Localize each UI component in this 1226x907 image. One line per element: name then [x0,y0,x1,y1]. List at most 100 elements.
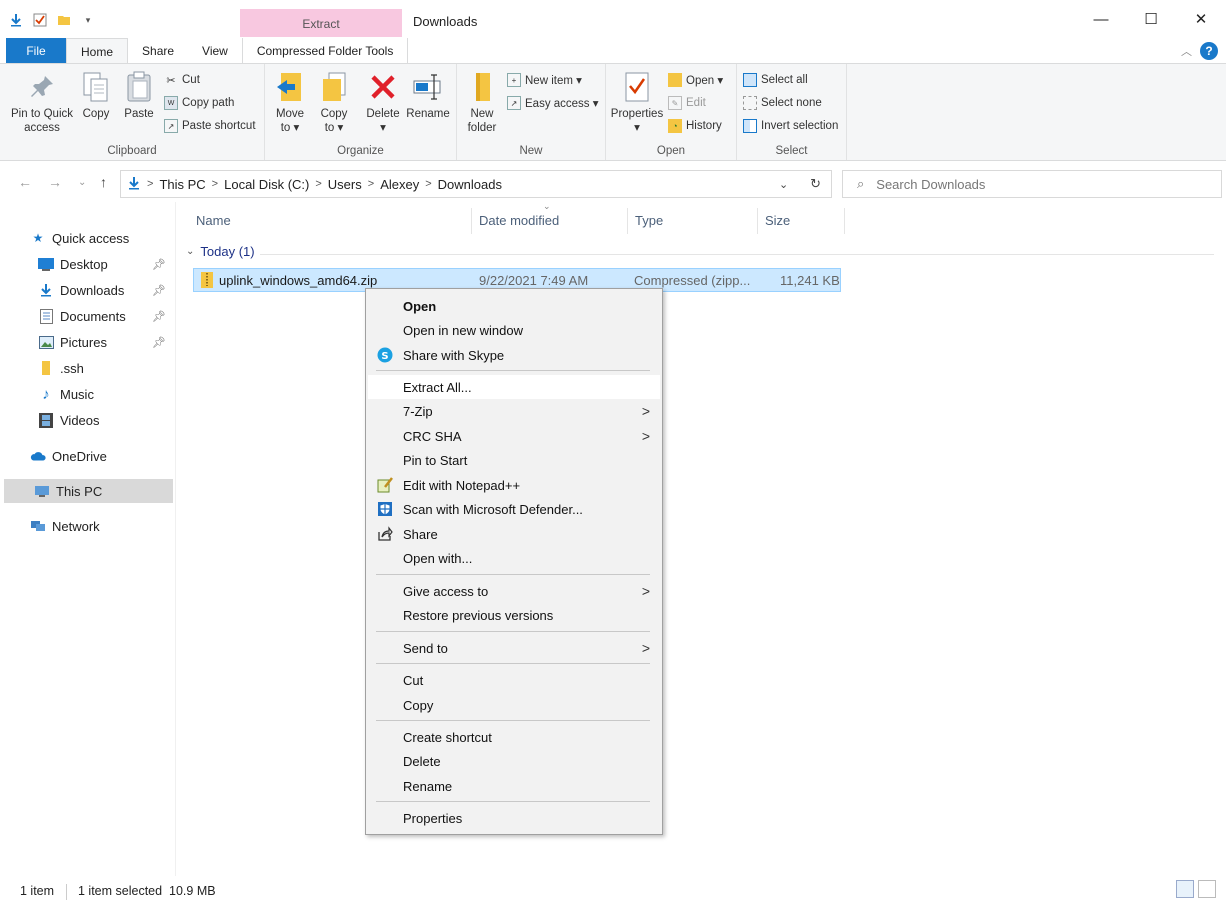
invert-selection-button[interactable]: Invert selection [743,116,838,136]
menu-item-delete[interactable]: Delete [368,749,660,773]
menu-item-open[interactable]: Open [368,294,660,318]
nav-ssh[interactable]: .ssh [38,356,172,380]
chevron-down-icon[interactable]: ⌄ [186,246,194,257]
copy-to-button[interactable]: Copy to ▾ [315,70,353,135]
search-box[interactable]: ⌕ Search Downloads [842,170,1222,198]
new-folder-button[interactable]: New folder [463,70,501,135]
chevron-right-icon[interactable]: > [212,178,218,190]
move-to-button[interactable]: Move to ▾ [271,70,309,135]
tab-home[interactable]: Home [66,38,129,64]
menu-item-7zip[interactable]: 7-Zip > [368,399,660,423]
menu-item-share[interactable]: Share [368,522,660,546]
tab-compressed-folder-tools[interactable]: Compressed Folder Tools [241,38,409,64]
paste-shortcut-button[interactable]: ↗ Paste shortcut [164,116,256,136]
nav-documents[interactable]: Documents 📌︎ [38,304,172,328]
menu-item-copy[interactable]: Copy [368,693,660,717]
menu-item-open-new-window[interactable]: Open in new window [368,318,660,342]
minimize-button[interactable]: — [1076,0,1126,38]
maximize-button[interactable]: ☐ [1126,0,1176,38]
nav-network[interactable]: Network [30,514,170,538]
breadcrumb-downloads[interactable]: Downloads [438,177,502,192]
menu-item-restore-versions[interactable]: Restore previous versions [368,603,660,627]
copy-path-button[interactable]: W Copy path [164,93,234,113]
cut-button[interactable]: ✂ Cut [164,70,200,90]
nav-music[interactable]: ♪ Music [38,382,172,406]
tab-file[interactable]: File [6,38,66,64]
nav-onedrive[interactable]: OneDrive [30,444,170,468]
menu-item-share-with-skype[interactable]: S Share with Skype [368,343,660,367]
forward-arrow-icon[interactable]: → [48,174,62,190]
column-divider[interactable] [757,208,758,234]
history-button[interactable]: ◔ History [668,116,722,136]
rename-button[interactable]: Rename [405,70,451,121]
nav-quick-access[interactable]: ★ Quick access [30,226,170,250]
large-icons-view-icon[interactable] [1198,880,1216,898]
menu-item-rename[interactable]: Rename [368,774,660,798]
column-header-size[interactable]: Size [765,208,790,234]
properties-check-icon[interactable] [32,12,48,28]
chevron-right-icon[interactable]: > [425,178,431,190]
column-divider[interactable] [471,208,472,234]
new-group-label: New [519,145,543,157]
refresh-icon[interactable]: ↻ [810,176,821,192]
back-arrow-icon[interactable]: ← [18,174,32,190]
menu-item-pin-to-start[interactable]: Pin to Start [368,448,660,472]
edit-button[interactable]: ✎ Edit [668,93,706,113]
pin-icon[interactable]: 📌︎ [152,258,166,271]
nav-desktop[interactable]: Desktop 📌︎ [38,252,172,276]
nav-downloads[interactable]: Downloads 📌︎ [38,278,172,302]
search-input[interactable]: Search Downloads [876,177,985,192]
group-header-today[interactable]: ⌄ Today (1) [186,244,255,259]
chevron-right-icon[interactable]: > [315,178,321,190]
menu-item-give-access[interactable]: Give access to > [368,579,660,603]
paste-button[interactable]: Paste [120,70,158,121]
pin-icon[interactable]: 📌︎ [152,310,166,323]
menu-item-crc-sha[interactable]: CRC SHA > [368,424,660,448]
menu-item-extract-all[interactable]: Extract All... [368,375,660,399]
breadcrumb-users[interactable]: Users [328,177,362,192]
breadcrumb-alexey[interactable]: Alexey [380,177,419,192]
nav-videos[interactable]: Videos [38,408,172,432]
column-header-type[interactable]: Type [635,208,663,234]
menu-item-edit-notepadpp[interactable]: Edit with Notepad++ [368,473,660,497]
help-icon[interactable]: ? [1200,42,1218,60]
ribbon-collapse-icon[interactable]: ︿ [1181,43,1192,59]
rename-icon [412,70,444,104]
close-button[interactable]: ✕ [1176,0,1226,38]
select-all-button[interactable]: Select all [743,70,808,90]
properties-button[interactable]: Properties ▾ [608,70,666,135]
nav-this-pc[interactable]: This PC [4,479,173,503]
delete-button[interactable]: Delete ▾ [363,70,403,135]
menu-item-send-to[interactable]: Send to > [368,636,660,660]
column-header-name[interactable]: Name [196,208,231,234]
tab-share[interactable]: Share [128,38,188,64]
menu-item-properties[interactable]: Properties [368,806,660,830]
up-arrow-icon[interactable]: ↑ [100,174,107,190]
download-arrow-icon[interactable] [8,12,24,28]
address-bar[interactable]: > This PC > Local Disk (C:) > Users > Al… [120,170,832,198]
nav-pictures[interactable]: Pictures 📌︎ [38,330,172,354]
tab-view[interactable]: View [188,38,242,64]
menu-item-scan-defender[interactable]: Scan with Microsoft Defender... [368,497,660,521]
qat-dropdown-icon[interactable]: ▾ [80,12,96,28]
open-button[interactable]: Open ▾ [668,70,723,90]
chevron-right-icon[interactable]: > [368,178,374,190]
easy-access-button[interactable]: ↗ Easy access ▾ [507,93,599,113]
pin-icon[interactable]: 📌︎ [152,284,166,297]
new-item-button[interactable]: + New item ▾ [507,70,582,90]
new-folder-icon[interactable] [56,12,72,28]
menu-item-cut[interactable]: Cut [368,668,660,692]
column-divider[interactable] [627,208,628,234]
breadcrumb-this-pc[interactable]: This PC [159,177,205,192]
menu-item-create-shortcut[interactable]: Create shortcut [368,725,660,749]
select-none-button[interactable]: Select none [743,93,822,113]
details-view-icon[interactable] [1176,880,1194,898]
column-divider[interactable] [844,208,845,234]
menu-item-open-with[interactable]: Open with... [368,546,660,570]
pin-icon[interactable]: 📌︎ [152,336,166,349]
pin-to-quick-access-button[interactable]: Pin to Quick access [8,70,76,135]
recent-locations-icon[interactable]: ⌄ [78,177,86,188]
copy-button[interactable]: Copy [78,70,114,121]
address-history-dropdown-icon[interactable]: ⌄ [779,178,788,191]
breadcrumb-local-disk[interactable]: Local Disk (C:) [224,177,309,192]
